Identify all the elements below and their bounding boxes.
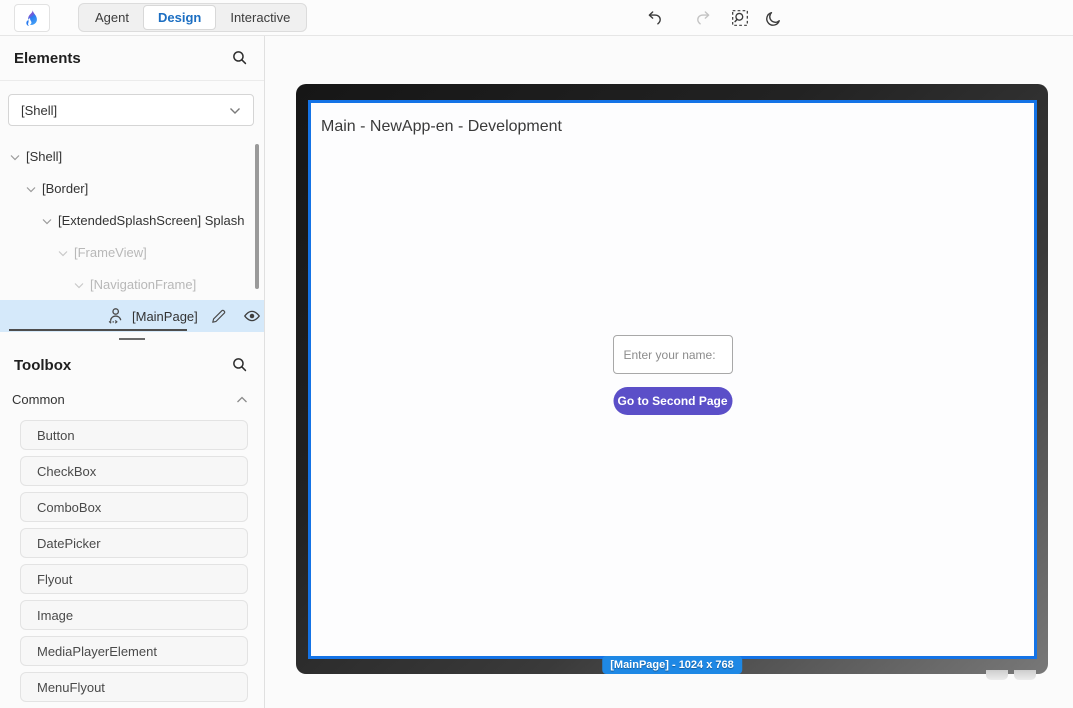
tree-item-label: [ExtendedSplashScreen] Splash (58, 213, 244, 228)
toolbox-item-flyout[interactable]: Flyout (20, 564, 248, 594)
tree-item-frameview[interactable]: [FrameView] (0, 236, 264, 268)
tree-item-navigationframe[interactable]: [NavigationFrame] (0, 268, 264, 300)
toolbox-item-label: Flyout (37, 572, 72, 587)
chevron-up-icon (236, 392, 248, 407)
chevron-expand-icon[interactable] (10, 149, 20, 164)
panel-splitter[interactable] (0, 332, 264, 346)
monitor-foot (1014, 670, 1036, 680)
tree-item-label: [Border] (42, 181, 88, 196)
page-selection-highlight: Main - NewApp-en - Development Go to Sec… (308, 100, 1037, 659)
toolbox-item-label: DatePicker (37, 536, 101, 551)
tab-agent[interactable]: Agent (81, 6, 143, 29)
undo-button[interactable] (644, 9, 662, 27)
toolbox-item-button[interactable]: Button (20, 420, 248, 450)
app-logo-button[interactable] (14, 4, 50, 32)
toolbox-item-label: Image (37, 608, 73, 623)
rename-button[interactable] (210, 308, 227, 325)
redo-button[interactable] (695, 9, 713, 27)
theme-toggle-button[interactable] (764, 9, 782, 27)
tree-item-mainpage[interactable]: [MainPage] (0, 300, 264, 332)
zoom-selection-icon (731, 9, 749, 27)
rename-underline (9, 329, 187, 331)
tree-item-extendedsplashscreen[interactable]: [ExtendedSplashScreen] Splash (0, 204, 264, 236)
divider (0, 80, 264, 81)
chevron-down-icon (229, 103, 241, 118)
app-window-title: Main - NewApp-en - Development (321, 118, 562, 136)
toolbox-item-label: Button (37, 428, 75, 443)
selected-page-size-badge: [MainPage] - 1024 x 768 (602, 656, 742, 674)
chevron-expand-icon[interactable] (74, 277, 84, 292)
left-sidebar: Elements [Shell] [Shell] [Border] [Exten… (0, 36, 265, 708)
tab-interactive[interactable]: Interactive (216, 6, 304, 29)
toolbox-panel-header: Toolbox (0, 346, 264, 384)
toolbox-item-list: Button CheckBox ComboBox DatePicker Flyo… (0, 414, 264, 708)
chevron-expand-icon[interactable] (58, 245, 68, 260)
undo-icon (645, 10, 662, 27)
dark-mode-moon-icon (765, 10, 782, 27)
toolbox-item-label: ComboBox (37, 500, 101, 515)
toolbox-item-combobox[interactable]: ComboBox (20, 492, 248, 522)
tree-item-label: [MainPage] (132, 309, 198, 324)
scope-dropdown[interactable]: [Shell] (8, 94, 254, 126)
toolbox-item-menuflyout[interactable]: MenuFlyout (20, 672, 248, 702)
elements-panel-header: Elements (0, 36, 264, 80)
elements-panel-title: Elements (14, 50, 81, 67)
zoom-to-selection-button[interactable] (731, 9, 749, 27)
design-surface[interactable]: Main - NewApp-en - Development Go to Sec… (311, 103, 1034, 656)
name-input[interactable] (613, 335, 733, 374)
toolbox-panel-title: Toolbox (14, 357, 71, 374)
redo-icon (696, 10, 713, 27)
elements-search-icon[interactable] (231, 49, 248, 71)
tree-item-label: [Shell] (26, 149, 62, 164)
eye-icon (243, 307, 261, 325)
splitter-handle-icon (119, 338, 145, 340)
monitor-foot (986, 670, 1008, 680)
chevron-expand-icon[interactable] (26, 181, 36, 196)
tree-item-shell[interactable]: [Shell] (0, 140, 264, 172)
toolbox-item-checkbox[interactable]: CheckBox (20, 456, 248, 486)
section-label: Common (12, 392, 65, 407)
component-person-code-icon (106, 307, 124, 325)
elements-tree: [Shell] [Border] [ExtendedSplashScreen] … (0, 134, 264, 332)
toolbox-item-image[interactable]: Image (20, 600, 248, 630)
tree-item-label: [FrameView] (74, 245, 147, 260)
visibility-toggle-button[interactable] (243, 307, 261, 325)
device-frame: Main - NewApp-en - Development Go to Sec… (296, 84, 1048, 674)
flame-logo-icon (23, 8, 41, 28)
toolbox-item-label: MediaPlayerElement (37, 644, 157, 659)
toolbox-item-label: MenuFlyout (37, 680, 105, 695)
tree-item-border[interactable]: [Border] (0, 172, 264, 204)
tree-scrollbar[interactable] (255, 144, 259, 289)
toolbox-section-common[interactable]: Common (0, 384, 264, 414)
toolbox-search-icon[interactable] (231, 356, 248, 378)
tab-design[interactable]: Design (143, 5, 216, 30)
mode-switcher: Agent Design Interactive (78, 3, 307, 32)
topbar-icon-group (644, 0, 782, 36)
design-canvas[interactable]: Main - NewApp-en - Development Go to Sec… (266, 37, 1073, 708)
toolbox-item-datepicker[interactable]: DatePicker (20, 528, 248, 558)
tree-item-label: [NavigationFrame] (90, 277, 196, 292)
toolbox-item-mediaplayerelement[interactable]: MediaPlayerElement (20, 636, 248, 666)
chevron-expand-icon[interactable] (42, 213, 52, 228)
toolbox-item-label: CheckBox (37, 464, 96, 479)
go-to-second-page-button[interactable]: Go to Second Page (613, 387, 732, 415)
topbar: Agent Design Interactive (0, 0, 1073, 36)
pencil-icon (210, 308, 227, 325)
scope-dropdown-value: [Shell] (21, 103, 57, 118)
